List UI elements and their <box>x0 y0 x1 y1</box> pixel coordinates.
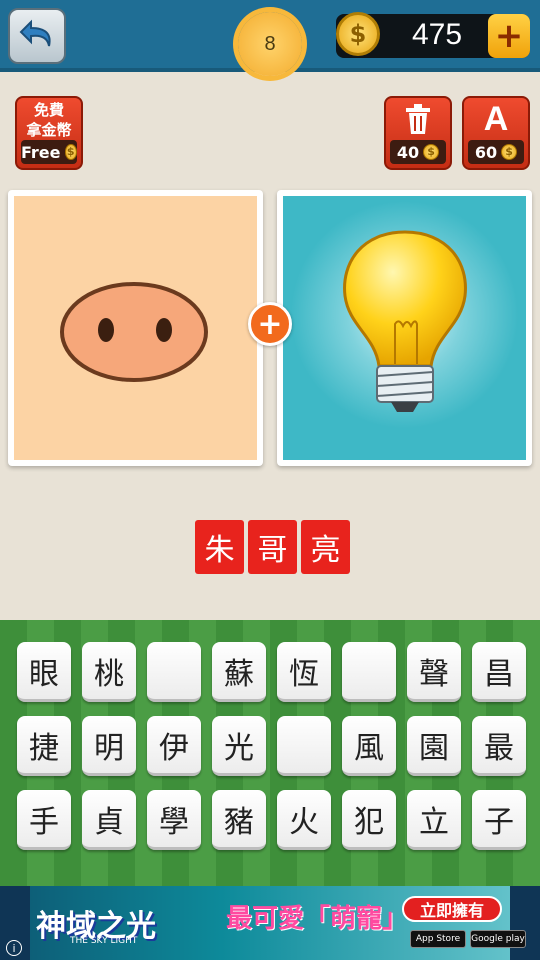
free-label: Free <box>21 142 61 162</box>
letter-key-empty[interactable] <box>277 716 331 776</box>
letter-key[interactable]: 伊 <box>147 716 201 776</box>
letter-key[interactable]: 恆 <box>277 642 331 702</box>
letter-key[interactable]: 明 <box>82 716 136 776</box>
letter-key[interactable]: 子 <box>472 790 526 850</box>
reveal-letter-cost: 60 <box>474 142 498 162</box>
letter-key[interactable]: 立 <box>407 790 461 850</box>
letter-key[interactable]: 風 <box>342 716 396 776</box>
remove-letter-cost-bar: 40 $ <box>390 140 446 164</box>
ad-slogan: 最可愛「萌寵」 <box>226 904 409 934</box>
ad-content[interactable]: 神域之光 THE SKY LIGHT 最可愛「萌寵」 立即擁有 App Stor… <box>30 886 526 960</box>
level-badge: 8 <box>238 12 302 76</box>
letter-key[interactable]: 捷 <box>17 716 71 776</box>
clue-image-left <box>8 190 263 466</box>
remove-letter-button[interactable]: 40 $ <box>384 96 452 170</box>
free-coins-line2: 拿金幣 <box>26 121 72 139</box>
free-coins-button[interactable]: 免費 拿金幣 Free $ <box>15 96 83 170</box>
letter-key[interactable]: 昌 <box>472 642 526 702</box>
coin-icon: $ <box>501 144 518 160</box>
light-bulb-icon <box>343 230 467 412</box>
remove-letter-cost: 40 <box>396 142 420 162</box>
letter-key[interactable]: 貞 <box>82 790 136 850</box>
letter-key-empty[interactable] <box>342 642 396 702</box>
letter-key[interactable]: 豬 <box>212 790 266 850</box>
answer-tile[interactable]: 亮 <box>301 520 350 574</box>
ad-subtitle: THE SKY LIGHT <box>70 936 138 946</box>
letter-key[interactable]: 火 <box>277 790 331 850</box>
coin-icon: $ <box>423 144 440 160</box>
letter-key[interactable]: 眼 <box>17 642 71 702</box>
letter-key[interactable]: 學 <box>147 790 201 850</box>
letter-key[interactable]: 手 <box>17 790 71 850</box>
ad-info-icon[interactable]: i <box>6 940 22 956</box>
letter-key-empty[interactable] <box>147 642 201 702</box>
clue-image-right <box>277 190 532 466</box>
buy-coins-button[interactable]: + <box>488 14 530 58</box>
combine-plus-icon: + <box>248 302 292 346</box>
letter-keyboard: 眼 桃 蘇 恆 聲 昌 捷 明 伊 光 風 園 最 手 貞 學 豬 火 犯 立 … <box>0 620 540 886</box>
letter-key[interactable]: 蘇 <box>212 642 266 702</box>
free-coins-line1: 免費 <box>33 101 64 119</box>
back-button[interactable] <box>8 8 66 64</box>
coin-count: 475 <box>411 18 463 51</box>
pig-nose-icon <box>60 282 208 382</box>
letter-key[interactable]: 園 <box>407 716 461 776</box>
undo-arrow-icon <box>19 19 51 47</box>
answer-slots: 朱 哥 亮 <box>195 520 350 574</box>
level-number: 8 <box>264 32 276 55</box>
letter-key[interactable]: 犯 <box>342 790 396 850</box>
ad-banner[interactable]: 神域之光 THE SKY LIGHT 最可愛「萌寵」 立即擁有 App Stor… <box>0 886 540 960</box>
letter-key[interactable]: 光 <box>212 716 266 776</box>
answer-tile[interactable]: 哥 <box>248 520 297 574</box>
coin-icon: $ <box>64 144 77 160</box>
letter-key[interactable]: 最 <box>472 716 526 776</box>
letter-key[interactable]: 桃 <box>82 642 136 702</box>
coin-icon: $ <box>336 12 380 56</box>
top-bar: 8 $ 475 + <box>0 0 540 76</box>
coin-counter: $ 475 + <box>336 12 530 58</box>
answer-tile[interactable]: 朱 <box>195 520 244 574</box>
google-play-badge[interactable]: Google play <box>470 930 526 948</box>
ad-cta-button[interactable]: 立即擁有 <box>402 896 502 922</box>
app-store-badge[interactable]: App Store <box>410 930 466 948</box>
free-label-bar: Free $ <box>21 140 77 164</box>
reveal-letter-button[interactable]: A 60 $ <box>462 96 530 170</box>
reveal-letter-cost-bar: 60 $ <box>468 140 524 164</box>
letter-a-icon: A <box>483 99 509 138</box>
letter-key[interactable]: 聲 <box>407 642 461 702</box>
trash-icon <box>406 104 430 134</box>
